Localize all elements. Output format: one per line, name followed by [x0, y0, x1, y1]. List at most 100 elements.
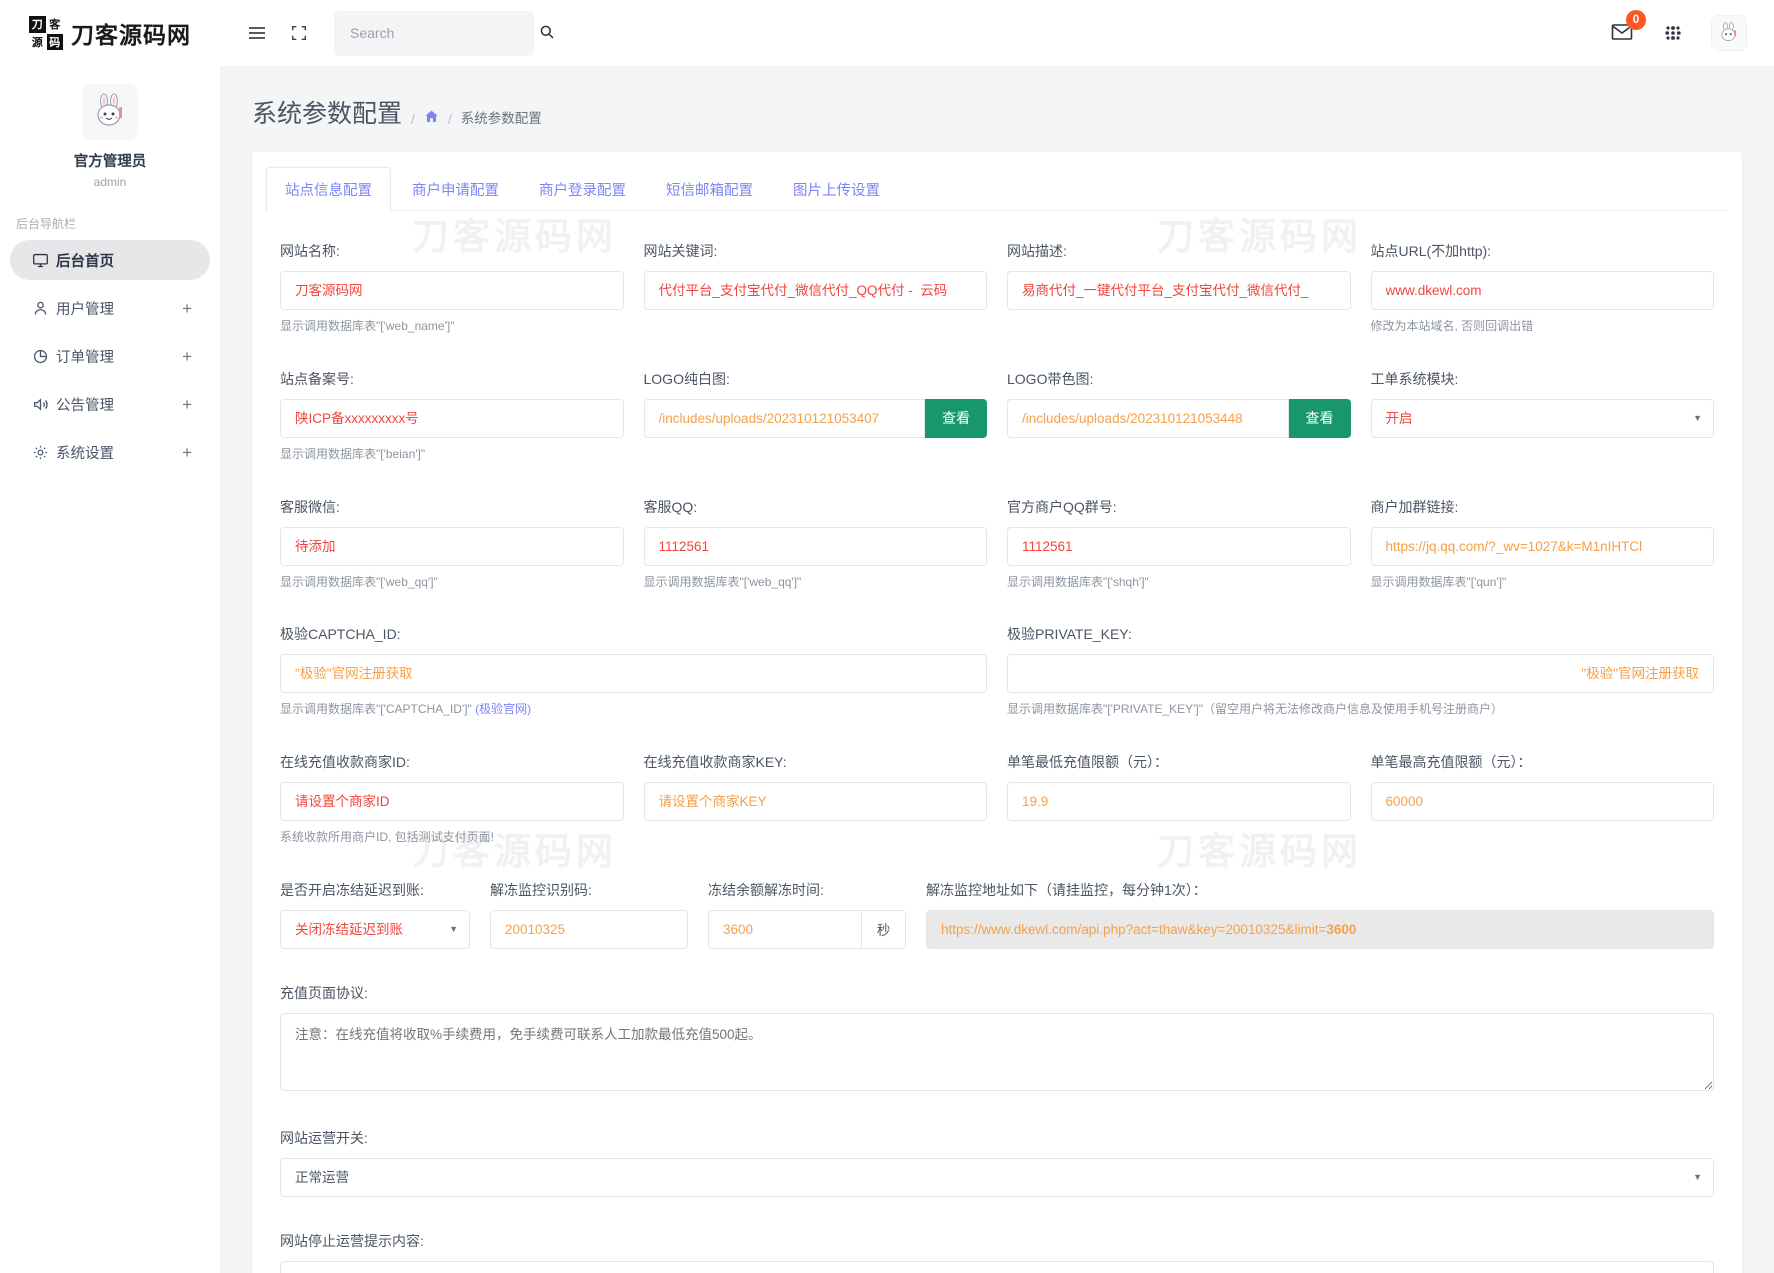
expand-icon[interactable]: + — [182, 348, 192, 365]
logo-color-view-button[interactable]: 查看 — [1289, 399, 1351, 438]
sidebar-item-label: 系统设置 — [56, 442, 182, 463]
apps-grid-glyph — [1662, 22, 1684, 44]
site-switch-select[interactable]: 正常运营 停止运营 — [280, 1158, 1714, 1197]
geetest-official-link[interactable]: (极验官网) — [475, 702, 531, 716]
row-spacer — [280, 724, 1714, 752]
row-spacer — [280, 469, 1714, 497]
field-site-url: 站点URL(不加http): 修改为本站域名, 否则回调出错 — [1371, 241, 1715, 335]
field-label: 单笔最低充值限额（元）： — [1007, 752, 1351, 772]
field-help: 显示调用数据库表"['web_name']" — [280, 318, 624, 335]
brand-mark-char-2: 客 — [47, 16, 64, 33]
profile-username: admin — [0, 175, 220, 189]
tab-merchant-login[interactable]: 商户登录配置 — [520, 167, 645, 211]
sidebar-item-label: 订单管理 — [56, 346, 182, 367]
field-thaw-url: 解冻监控地址如下（请挂监控，每分钟1次）： https://www.dkewl.… — [926, 880, 1714, 949]
kefu-wechat-input[interactable] — [280, 527, 624, 566]
search-input[interactable] — [348, 24, 533, 42]
profile-block: 官方管理员 admin — [0, 66, 220, 189]
mail-button[interactable]: 0 — [1610, 20, 1634, 47]
thaw-time-input[interactable] — [708, 910, 862, 949]
merchant-id-input[interactable] — [280, 782, 624, 821]
search-icon[interactable] — [539, 24, 555, 43]
sidebar-item-announcements[interactable]: 公告管理 + — [10, 384, 210, 424]
tab-image-upload[interactable]: 图片上传设置 — [774, 167, 899, 211]
brand-mark-char-3: 源 — [29, 34, 46, 51]
private-key-input[interactable] — [1007, 654, 1714, 693]
sidebar-item-settings[interactable]: 系统设置 + — [10, 432, 210, 472]
field-label: 极验CAPTCHA_ID: — [280, 624, 987, 644]
web-name-input[interactable] — [280, 271, 624, 310]
min-recharge-input[interactable] — [1007, 782, 1351, 821]
qun-link-input[interactable] — [1371, 527, 1715, 566]
settings-form: 刀客源码网 刀客源码网 刀客源码网 刀客源码网 网站名称: 显示调用数据库表"[… — [252, 211, 1742, 1273]
form-row-stop-notice: 网站停止运营提示内容: — [280, 1231, 1714, 1273]
hamburger-icon[interactable] — [240, 16, 274, 50]
thaw-code-input[interactable] — [490, 910, 688, 949]
sidebar-item-label: 后台首页 — [56, 250, 192, 271]
field-label: 工单系统模块: — [1371, 369, 1715, 389]
kefu-qq-input[interactable] — [644, 527, 988, 566]
field-logo-color: LOGO带色图: 查看 — [1007, 369, 1351, 463]
avatar[interactable] — [82, 84, 138, 140]
field-help: 显示调用数据库表"['shqh']" — [1007, 574, 1351, 591]
brand-logo[interactable]: 刀 客 源 码 刀客源码网 — [0, 0, 220, 66]
field-max-recharge: 单笔最高充值限额（元）： — [1371, 752, 1715, 846]
tab-sms-email[interactable]: 短信邮箱配置 — [647, 167, 772, 211]
field-label: 网站运营开关: — [280, 1128, 1714, 1148]
form-row-logo: 站点备案号: 显示调用数据库表"['beian']" LOGO纯白图: 查看 L… — [280, 369, 1714, 463]
field-shqh-qq: 官方商户QQ群号: 显示调用数据库表"['shqh']" — [1007, 497, 1351, 591]
fullscreen-icon[interactable] — [282, 16, 316, 50]
sidebar-item-dashboard[interactable]: 后台首页 — [10, 240, 210, 280]
expand-icon[interactable]: + — [182, 396, 192, 413]
home-icon[interactable] — [424, 109, 439, 130]
row-spacer — [280, 852, 1714, 880]
freeze-switch-select[interactable]: 关闭冻结延迟到账 开启冻结延迟到账 — [280, 910, 470, 949]
expand-icon[interactable]: + — [182, 444, 192, 461]
search-box[interactable] — [334, 11, 534, 56]
logo-color-input[interactable] — [1007, 399, 1289, 438]
captcha-id-input[interactable] — [280, 654, 987, 693]
web-keywords-input[interactable] — [644, 271, 988, 310]
form-row-site-basics: 网站名称: 显示调用数据库表"['web_name']" 网站关键词: 网站描述… — [280, 241, 1714, 335]
logo-white-input[interactable] — [644, 399, 926, 438]
recharge-terms-textarea[interactable] — [280, 1013, 1714, 1091]
field-label: 冻结余额解冻时间: — [708, 880, 906, 900]
user-avatar[interactable] — [1712, 16, 1746, 50]
field-thaw-code: 解冻监控识别码: — [490, 880, 688, 949]
beian-input[interactable] — [280, 399, 624, 438]
field-label: 充值页面协议: — [280, 983, 1714, 1003]
page-title: 系统参数配置 — [252, 94, 402, 130]
stop-notice-textarea[interactable] — [280, 1261, 1714, 1273]
field-captcha-id: 极验CAPTCHA_ID: 显示调用数据库表"['CAPTCHA_ID']" (… — [280, 624, 987, 718]
field-qun-link: 商户加群链接: 显示调用数据库表"['qun']" — [1371, 497, 1715, 591]
max-recharge-input[interactable] — [1371, 782, 1715, 821]
apps-grid-icon[interactable] — [1656, 16, 1690, 50]
field-recharge-terms: 充值页面协议: — [280, 983, 1714, 1094]
web-desc-input[interactable] — [1007, 271, 1351, 310]
brand-name: 刀客源码网 — [71, 16, 191, 50]
thaw-time-unit: 秒 — [862, 910, 906, 949]
merchant-key-input[interactable] — [644, 782, 988, 821]
expand-icon[interactable]: + — [182, 300, 192, 317]
tab-merchant-apply[interactable]: 商户申请配置 — [393, 167, 518, 211]
form-row-recharge: 在线充值收款商家ID: 系统收款所用商户ID, 包括测试支付页面! 在线充值收款… — [280, 752, 1714, 846]
field-label: 极验PRIVATE_KEY: — [1007, 624, 1714, 644]
sidebar-item-orders[interactable]: 订单管理 + — [10, 336, 210, 376]
site-url-input[interactable] — [1371, 271, 1715, 310]
logo-white-view-button[interactable]: 查看 — [925, 399, 987, 438]
form-row-captcha: 极验CAPTCHA_ID: 显示调用数据库表"['CAPTCHA_ID']" (… — [280, 624, 1714, 718]
site-switch-select-wrap: 正常运营 停止运营 ▼ — [280, 1158, 1714, 1197]
sidebar-item-label: 公告管理 — [56, 394, 182, 415]
breadcrumb-separator-2: / — [448, 111, 452, 130]
profile-name: 官方管理员 — [0, 150, 220, 171]
field-label: LOGO带色图: — [1007, 369, 1351, 389]
brand-mark-char-4: 码 — [47, 34, 64, 51]
tab-bar: 站点信息配置 商户申请配置 商户登录配置 短信邮箱配置 图片上传设置 — [252, 152, 1742, 210]
field-beian: 站点备案号: 显示调用数据库表"['beian']" — [280, 369, 624, 463]
sidebar-item-users[interactable]: 用户管理 + — [10, 288, 210, 328]
row-spacer — [280, 955, 1714, 983]
field-help: 显示调用数据库表"['web_qq']" — [644, 574, 988, 591]
tab-site-info[interactable]: 站点信息配置 — [266, 167, 391, 211]
ticket-module-select[interactable]: 开启 关闭 — [1371, 399, 1715, 438]
shqh-qq-input[interactable] — [1007, 527, 1351, 566]
